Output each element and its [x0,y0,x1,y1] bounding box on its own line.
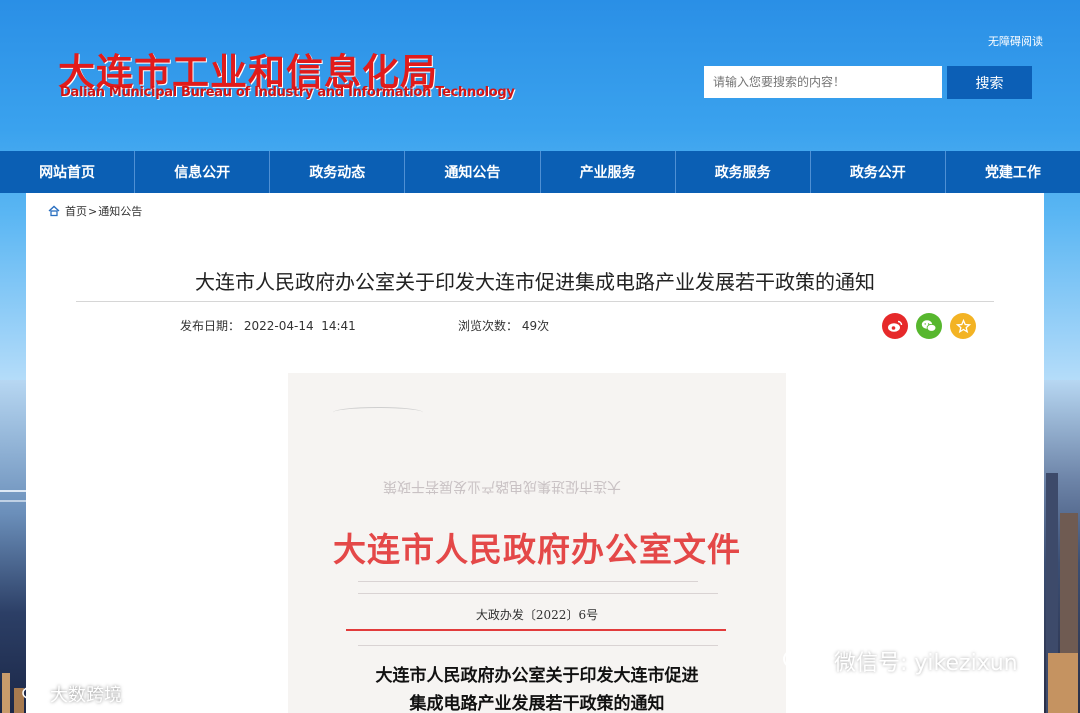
doc-ghost-line [358,593,718,594]
doc-red-header: 大连市人民政府办公室文件 [333,530,741,569]
publish-date: 发布日期： 2022-04-14 14:41 [180,317,356,334]
site-logo-english: Dalian Municipal Bureau of Industry and … [60,85,515,100]
doc-pen-mark [333,407,423,418]
doc-title-line-1: 大连市人民政府办公室关于印发大连市促进 [375,666,699,686]
view-count-value: 49次 [521,319,550,333]
breadcrumb-separator: > [88,204,98,218]
publish-date-label: 发布日期： [180,319,241,333]
nav-item-info-disclosure[interactable]: 信息公开 [135,151,271,193]
content-panel: 首页 > 通知公告 大连市人民政府办公室关于印发大连市促进集成电路产业发展若干政… [26,193,1044,713]
doc-ghost-line [358,581,698,582]
brand-watermark-text: 大数跨境 [50,685,122,706]
doc-bleed-through-title: 大连市促进集成电路产业发展若干政策 [383,478,621,494]
brand-watermark: 大数跨境 [22,681,122,707]
doc-red-rule [346,629,726,631]
document-scan-image: 大连市促进集成电路产业发展若干政策 大连市人民政府办公室文件 大政办发〔2022… [288,373,786,713]
main-nav: 网站首页 信息公开 政务动态 通知公告 产业服务 政务服务 政务公开 党建工作 [0,151,1080,193]
favorite-icon [955,318,971,333]
breadcrumb: 首页 > 通知公告 [48,203,142,219]
view-count-label: 浏览次数： [458,319,519,333]
breadcrumb-current-link[interactable]: 通知公告 [98,203,142,219]
wechat-share-button[interactable] [916,313,942,339]
publish-date-value: 2022-04-14 14:41 [243,319,356,333]
site-header: 大连市工业和信息化局 Dalian Municipal Bureau of In… [0,0,1080,150]
wechat-watermark-text: 微信号: yikezixun [834,651,1018,676]
home-icon [48,205,60,217]
favorite-button[interactable] [950,313,976,339]
nav-item-gov-news[interactable]: 政务动态 [270,151,406,193]
nav-item-home[interactable]: 网站首页 [0,151,136,193]
view-count: 浏览次数： 49次 [458,317,549,334]
wechat-watermark: 微信号: yikezixun [782,645,1018,677]
nav-item-notices[interactable]: 通知公告 [405,151,541,193]
weibo-icon [888,320,903,332]
nav-item-party-building[interactable]: 党建工作 [946,151,1080,193]
accessible-reading-link[interactable]: 无障碍阅读 [988,33,1043,49]
article-title: 大连市人民政府办公室关于印发大连市促进集成电路产业发展若干政策的通知 [195,270,875,294]
background-cityscape-left [0,380,26,713]
search-button[interactable]: 搜索 [947,66,1032,99]
nav-item-gov-affairs[interactable]: 政务公开 [811,151,946,193]
weibo-share-button[interactable] [882,313,908,339]
brand-watermark-icon [22,686,44,702]
nav-item-industry-services[interactable]: 产业服务 [541,151,676,193]
search-input[interactable] [704,66,942,98]
doc-number: 大政办发〔2022〕6号 [475,608,599,622]
doc-ghost-line [358,645,718,646]
wechat-watermark-icon [783,648,823,673]
title-divider [76,301,994,302]
breadcrumb-home-link[interactable]: 首页 [65,203,87,219]
doc-title-line-2: 集成电路产业发展若干政策的通知 [409,694,665,713]
wechat-icon [921,320,937,332]
nav-item-gov-services[interactable]: 政务服务 [676,151,811,193]
background-cityscape-right [1044,380,1080,713]
